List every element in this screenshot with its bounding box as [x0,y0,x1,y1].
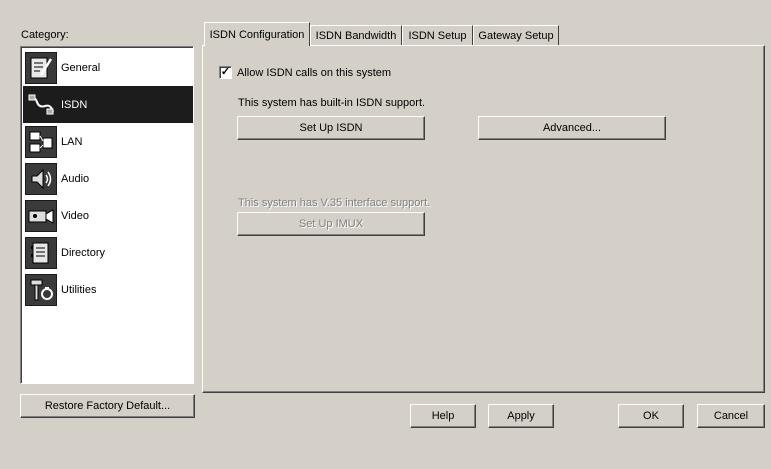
restore-factory-default-button[interactable]: Restore Factory Default... [20,394,195,418]
video-icon [25,199,57,232]
checkbox-box[interactable]: ✓ [219,66,232,79]
category-item-label: Video [61,209,89,222]
category-item-label: LAN [61,135,83,148]
tab-isdn-bandwidth[interactable]: ISDN Bandwidth [310,25,402,45]
v35-support-text: This system has V.35 interface support. [238,197,431,209]
category-item-video[interactable]: Video [23,197,193,234]
tab-gateway-setup[interactable]: Gateway Setup [473,25,559,45]
category-item-lan[interactable]: LAN [23,123,193,160]
category-item-audio[interactable]: Audio [23,160,193,197]
general-icon [25,51,57,84]
category-item-isdn[interactable]: ISDN [23,86,193,123]
advanced-button[interactable]: Advanced... [478,116,666,140]
set-up-imux-button[interactable]: Set Up IMUX [237,212,425,236]
category-item-label: General [61,61,101,74]
category-item-directory[interactable]: Directory [23,234,193,271]
cancel-button[interactable]: Cancel [697,404,765,428]
tab-isdn-setup[interactable]: ISDN Setup [402,25,473,45]
checkmark-icon: ✓ [220,66,231,78]
help-button[interactable]: Help [410,404,476,428]
ok-button[interactable]: OK [618,404,684,428]
set-up-isdn-button[interactable]: Set Up ISDN [237,116,425,140]
category-item-utilities[interactable]: Utilities [23,271,193,308]
isdn-icon [25,88,57,121]
tab-isdn-configuration[interactable]: ISDN Configuration [204,22,310,46]
builtin-isdn-text: This system has built-in ISDN support. [238,97,426,109]
lan-icon [25,125,57,158]
allow-isdn-calls-label: Allow ISDN calls on this system [237,66,392,79]
allow-isdn-calls-checkbox[interactable]: ✓ Allow ISDN calls on this system [219,66,391,79]
category-item-label: Utilities [61,283,97,296]
utilities-icon [25,273,57,306]
category-item-general[interactable]: General [23,49,193,86]
category-item-label: Audio [61,172,90,185]
directory-icon [25,236,57,269]
category-item-label: Directory [61,246,106,259]
apply-button[interactable]: Apply [488,404,554,428]
audio-icon [25,162,57,195]
category-list[interactable]: General ISDN LAN Audio Video Directory U… [20,46,194,384]
category-label: Category: [21,29,69,41]
category-item-label: ISDN [61,98,88,111]
